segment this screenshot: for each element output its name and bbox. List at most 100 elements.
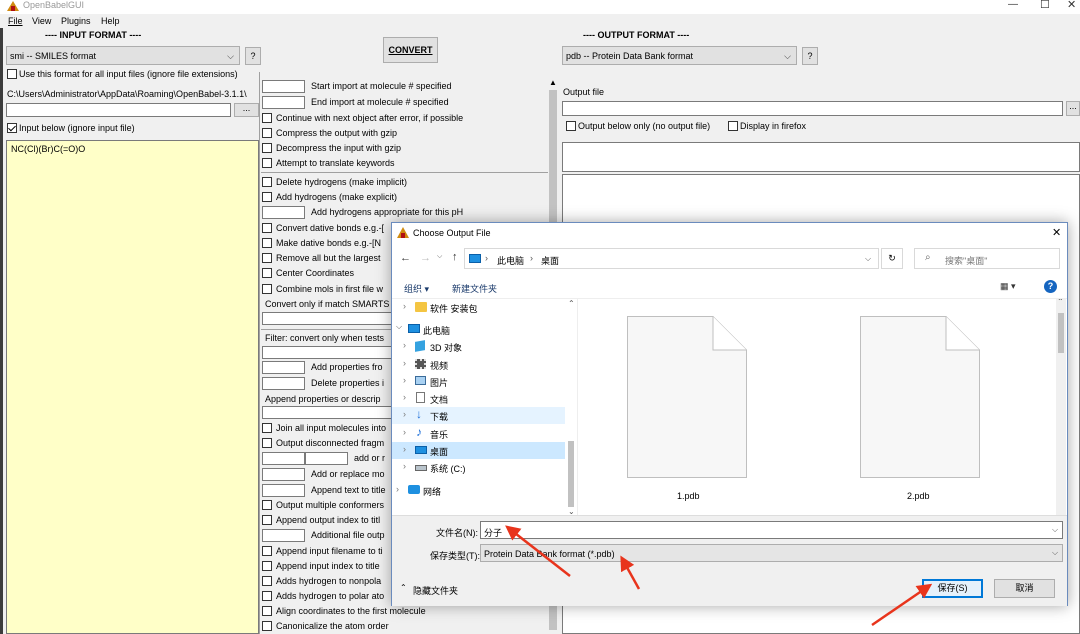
input-format-select[interactable]: smi -- SMILES format ⌵ <box>6 46 240 65</box>
address-bar[interactable]: › 此电脑 › 桌面 ⌵ <box>464 248 879 269</box>
canonicalize-label: Canonicalize the atom order <box>276 621 389 631</box>
input-help-button[interactable]: ? <box>245 47 261 65</box>
help-icon[interactable]: ? <box>1044 280 1057 293</box>
make-dative-checkbox[interactable] <box>262 238 272 248</box>
hide-folders-button[interactable]: 隐藏文件夹 <box>413 584 458 597</box>
start-import-field[interactable] <box>262 80 305 93</box>
smarts-field[interactable] <box>262 312 392 325</box>
minimize-button[interactable]: — <box>1008 0 1018 10</box>
add-replace-field[interactable] <box>262 468 305 481</box>
firefox-checkbox[interactable] <box>728 121 738 131</box>
tree-item-desktop[interactable]: › 桌面 <box>392 442 565 459</box>
view-options-icon[interactable]: ▦ ▾ <box>1000 281 1016 292</box>
close-window-button[interactable]: ✕ <box>1067 0 1076 11</box>
maximize-button[interactable]: ☐ <box>1040 0 1050 11</box>
save-button[interactable]: 保存(S) <box>922 579 983 598</box>
remove-largest-checkbox[interactable] <box>262 253 272 263</box>
chevron-up-icon[interactable]: ⌃ <box>400 583 407 592</box>
menu-file[interactable]: File <box>8 16 23 26</box>
output-format-select[interactable]: pdb -- Protein Data Bank format ⌵ <box>562 46 797 65</box>
append-filename-checkbox[interactable] <box>262 546 272 556</box>
tree-scroll-up-icon[interactable]: ⌃ <box>568 299 575 308</box>
canonicalize-checkbox[interactable] <box>262 621 272 631</box>
compress-checkbox[interactable] <box>262 128 272 138</box>
add-h-nonpolar-checkbox[interactable] <box>262 576 272 586</box>
additional-file-field[interactable] <box>262 529 305 542</box>
menu-plugins[interactable]: Plugins <box>61 16 91 26</box>
tree-scrollbar-thumb[interactable] <box>568 441 574 507</box>
add-or-r-field-2[interactable] <box>305 452 348 465</box>
scroll-thumb[interactable] <box>1058 313 1064 353</box>
back-arrow-icon[interactable]: ← <box>400 252 411 264</box>
output-below-checkbox[interactable] <box>566 121 576 131</box>
output-conformers-checkbox[interactable] <box>262 500 272 510</box>
file-item[interactable]: 2.pdb <box>860 316 980 515</box>
chevron-down-icon[interactable]: ⌵ <box>1052 525 1058 535</box>
up-arrow-icon[interactable]: ↑ <box>452 251 458 263</box>
tree-item-pictures[interactable]: › 图片 <box>392 373 565 390</box>
filetype-select[interactable]: Protein Data Bank format (*.pdb) ⌵ <box>480 544 1063 562</box>
tree-item-this-pc[interactable]: ⌵ 此电脑 <box>392 321 565 338</box>
new-folder-button[interactable]: 新建文件夹 <box>452 282 497 295</box>
add-or-r-field-1[interactable] <box>262 452 305 465</box>
menu-view[interactable]: View <box>32 16 51 26</box>
delete-h-checkbox[interactable] <box>262 177 272 187</box>
tree-item-downloads[interactable]: › ↓ 下载 <box>392 407 565 424</box>
file-area-scrollbar[interactable]: ⌃ <box>1056 299 1066 515</box>
convert-dative-checkbox[interactable] <box>262 223 272 233</box>
align-coords-checkbox[interactable] <box>262 606 272 616</box>
breadcrumb-desktop[interactable]: 桌面 <box>541 254 559 267</box>
remove-largest-label: Remove all but the largest <box>276 253 381 263</box>
tree-item-video[interactable]: › 视频 <box>392 356 565 373</box>
tree-item-3d[interactable]: › 3D 对象 <box>392 338 565 355</box>
add-props-field[interactable] <box>262 361 305 374</box>
append-props-field[interactable] <box>262 406 392 419</box>
combine-mols-checkbox[interactable] <box>262 284 272 294</box>
output-format-header: ---- OUTPUT FORMAT ---- <box>583 30 690 40</box>
convert-button[interactable]: CONVERT <box>383 37 438 63</box>
menu-help[interactable]: Help <box>101 16 120 26</box>
compress-label: Compress the output with gzip <box>276 128 398 138</box>
append-input-index-checkbox[interactable] <box>262 561 272 571</box>
join-all-checkbox[interactable] <box>262 423 272 433</box>
filename-input[interactable]: 分子 ⌵ <box>480 521 1063 539</box>
output-file-field[interactable] <box>562 101 1063 116</box>
tree-item-software[interactable]: › 软件 安装包 <box>392 299 565 316</box>
translate-checkbox[interactable] <box>262 158 272 168</box>
append-index-title-checkbox[interactable] <box>262 515 272 525</box>
dialog-close-button[interactable]: ✕ <box>1052 226 1061 239</box>
recent-chevron-icon[interactable]: ⌵ <box>437 253 442 261</box>
smiles-input-area[interactable]: NC(Cl)(Br)C(=O)O <box>6 140 259 634</box>
tree-item-music[interactable]: › ♪ 音乐 <box>392 425 565 442</box>
search-box[interactable]: ⌕ 搜索"桌面" <box>914 248 1060 269</box>
organize-button[interactable]: 组织 ▾ <box>404 282 429 295</box>
ph-field[interactable] <box>262 206 305 219</box>
breadcrumb-pc[interactable]: 此电脑 <box>497 254 524 267</box>
input-below-checkbox[interactable] <box>7 123 17 133</box>
end-import-field[interactable] <box>262 96 305 109</box>
tree-item-documents[interactable]: › 文档 <box>392 390 565 407</box>
forward-arrow-icon[interactable]: → <box>420 252 431 264</box>
filter-field[interactable] <box>262 346 392 359</box>
delete-props-field[interactable] <box>262 377 305 390</box>
center-coords-checkbox[interactable] <box>262 268 272 278</box>
decompress-checkbox[interactable] <box>262 143 272 153</box>
add-h-polar-checkbox[interactable] <box>262 591 272 601</box>
use-all-checkbox[interactable] <box>7 69 17 79</box>
file-icon <box>860 316 980 478</box>
continue-error-checkbox[interactable] <box>262 113 272 123</box>
refresh-button[interactable]: ↻ <box>881 248 903 269</box>
add-h-checkbox[interactable] <box>262 192 272 202</box>
output-browse-button[interactable]: ... <box>1066 101 1080 116</box>
append-title-field[interactable] <box>262 484 305 497</box>
input-browse-button[interactable]: ... <box>234 103 259 117</box>
add-h-ph-label: Add hydrogens appropriate for this pH <box>311 207 464 217</box>
output-help-button[interactable]: ? <box>802 47 818 65</box>
file-item[interactable]: 1.pdb <box>627 316 747 515</box>
cancel-button[interactable]: 取消 <box>994 579 1055 598</box>
tree-item-drive-c[interactable]: › 系统 (C:) <box>392 459 565 476</box>
input-file-field[interactable] <box>6 103 231 117</box>
tree-item-network[interactable]: › 网络 <box>392 482 565 499</box>
output-disconnected-checkbox[interactable] <box>262 438 272 448</box>
address-chevron-icon[interactable]: ⌵ <box>865 254 871 264</box>
